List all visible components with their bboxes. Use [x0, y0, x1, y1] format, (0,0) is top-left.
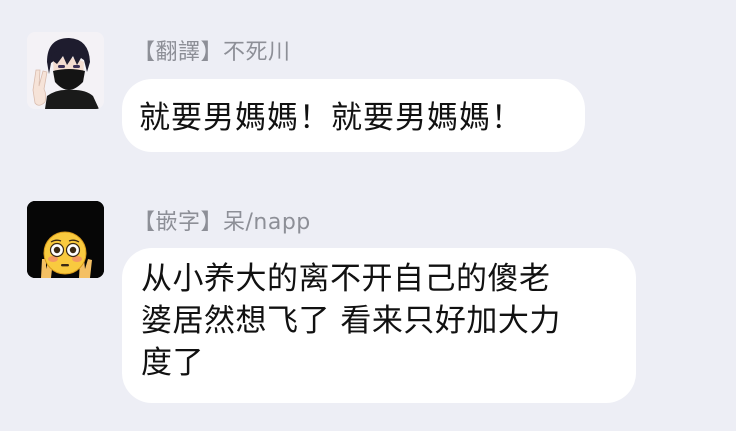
sender-name: 【翻譯】不死川 [133, 40, 291, 65]
message-text-line: 从小养大的离不开自己的傻老 [141, 261, 551, 297]
message-bubble[interactable]: 就要男媽媽！就要男媽媽！ [122, 79, 585, 152]
message-bubble[interactable]: 从小养大的离不开自己的傻老 婆居然想飞了 看来只好加大力 度了 [122, 248, 636, 403]
masked-boy-avatar-icon [27, 32, 104, 109]
sender-name: 【嵌字】呆/napp [133, 210, 311, 235]
sender-avatar[interactable] [27, 201, 104, 278]
sender-avatar[interactable] [27, 32, 104, 109]
message-text-line: 婆居然想飞了 看来只好加大力 [141, 303, 561, 339]
message-text: 就要男媽媽！就要男媽媽！ [139, 100, 523, 136]
message-text-line: 度了 [141, 345, 204, 381]
flushed-emoji-avatar-icon [27, 201, 104, 278]
